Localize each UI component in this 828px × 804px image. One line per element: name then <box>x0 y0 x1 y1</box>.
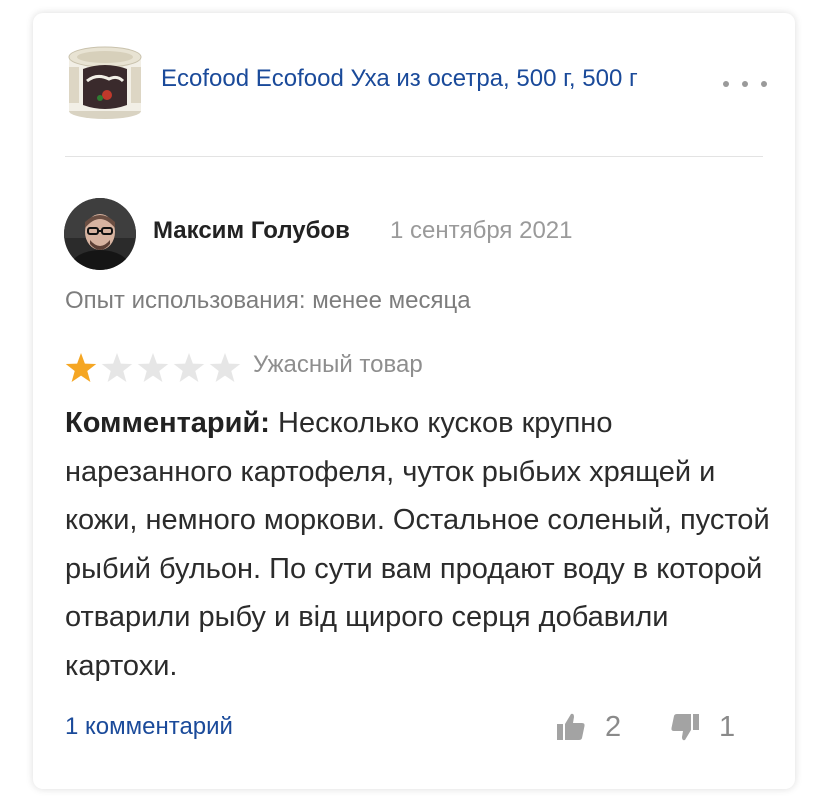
thumbs-down-icon <box>671 714 699 741</box>
star-empty-icon <box>209 353 241 382</box>
dot <box>742 81 748 87</box>
review-card: Ecofood Ecofood Уха из осетра, 500 г, 50… <box>33 13 795 789</box>
review-author[interactable]: Максим Голубов <box>153 217 350 245</box>
divider <box>65 156 763 157</box>
likes-count: 2 <box>605 710 622 743</box>
avatar[interactable] <box>64 198 136 270</box>
comment-label: Комментарий: <box>65 407 270 439</box>
usage-experience: Опыт использования: менее месяца <box>65 287 471 314</box>
dislikes-count: 1 <box>719 710 736 743</box>
product-header: Ecofood Ecofood Уха из осетра, 500 г, 50… <box>33 13 795 156</box>
review-date: 1 сентября 2021 <box>390 217 573 244</box>
star-filled-icon <box>65 353 97 382</box>
thumbs-up-icon <box>557 713 585 740</box>
product-title-link[interactable]: Ecofood Ecofood Уха из осетра, 500 г, 50… <box>161 65 638 93</box>
star-empty-icon <box>101 353 133 382</box>
more-dots-icon[interactable] <box>723 79 767 89</box>
dot <box>761 81 767 87</box>
rating-label: Ужасный товар <box>253 351 423 378</box>
dislike-button[interactable]: 1 <box>669 709 735 745</box>
like-button[interactable]: 2 <box>555 709 621 745</box>
dot <box>723 81 729 87</box>
soup-can-image <box>68 46 142 119</box>
comments-link[interactable]: 1 комментарий <box>65 713 233 741</box>
review-comment: Комментарий: Несколько кусков крупно нар… <box>65 399 777 690</box>
comment-text: Несколько кусков крупно нарезанного карт… <box>65 407 770 682</box>
user-avatar-image <box>64 198 136 270</box>
star-empty-icon <box>137 353 169 382</box>
product-thumbnail[interactable] <box>67 43 143 121</box>
star-empty-icon <box>173 353 205 382</box>
rating-stars <box>64 351 244 385</box>
